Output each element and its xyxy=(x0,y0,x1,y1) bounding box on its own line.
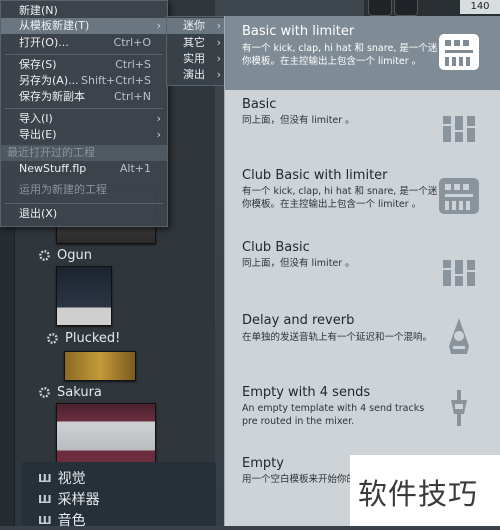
chevron-right-icon: › xyxy=(216,52,221,65)
file-menu: 新建(N) 从模板新建(T) › 打开(O)... Ctrl+O 保存(S) Ctrl… xyxy=(0,0,168,227)
chevron-right-icon: › xyxy=(216,68,221,81)
template-title: Club Basic xyxy=(242,240,310,255)
menu-item-new[interactable]: 新建(N) xyxy=(1,3,167,19)
gear-icon xyxy=(38,386,51,399)
folder-icon: Ш xyxy=(38,513,52,527)
folder-icon: Ш xyxy=(38,471,52,485)
template-category-submenu: 迷你 › 其它 › 实用 › 演出 › xyxy=(166,16,226,86)
plugin-item-sakura[interactable]: Sakura xyxy=(38,385,102,400)
plugin-item-plucked[interactable]: Plucked! xyxy=(46,331,120,346)
menu-item-new-from-template[interactable]: 从模板新建(T) › xyxy=(1,18,167,34)
template-description: 同上面，但没有 limiter 。 xyxy=(242,115,355,126)
template-item-empty-with-4-sends[interactable]: Empty with 4 sends An empty template wit… xyxy=(225,376,500,446)
template-description: An empty template with 4 send tracks pre… xyxy=(242,403,425,427)
menu-divider xyxy=(5,108,163,109)
menu-item-apply-new-project: 运用为新建的工程 xyxy=(19,183,107,196)
category-sampler[interactable]: Ш 采样器 xyxy=(38,489,100,509)
mixer-limiter-icon xyxy=(437,176,481,216)
tempo-counter[interactable]: 140 xyxy=(460,0,500,14)
template-description: 有一个 kick, clap, hi hat 和 snare, 是一个迷你模板。… xyxy=(242,43,438,67)
gear-icon xyxy=(46,332,59,345)
plugin-label: Sakura xyxy=(57,385,102,400)
menu-header-recent: 最近打开过的工程 xyxy=(1,145,167,161)
template-item-club-basic-with-limiter[interactable]: Club Basic with limiter 有一个 kick, clap, … xyxy=(225,160,500,234)
chevron-right-icon: › xyxy=(156,128,161,141)
template-title: Club Basic with limiter xyxy=(242,168,388,183)
menu-item-import[interactable]: 导入(I) › xyxy=(1,111,167,127)
chevron-right-icon: › xyxy=(216,36,221,49)
menu-item-exit[interactable]: 退出(X) xyxy=(1,206,167,222)
template-title: Empty with 4 sends xyxy=(242,385,371,400)
reverb-icon xyxy=(437,316,481,356)
menu-item-recent-file[interactable]: NewStuff.flp Alt+1 xyxy=(1,161,167,177)
template-item-basic-with-limiter[interactable]: Basic with limiter 有一个 kick, clap, hi ha… xyxy=(225,16,500,90)
plugin-label: Ogun xyxy=(57,248,92,263)
template-item-basic[interactable]: Basic 同上面，但没有 limiter 。 xyxy=(225,90,500,160)
menu-item-save-as[interactable]: 另存为(A)... Shift+Ctrl+S xyxy=(1,73,167,89)
submenu-item-utility[interactable]: 实用 › xyxy=(167,51,225,67)
chevron-right-icon: › xyxy=(156,19,161,32)
plucked-thumbnail[interactable] xyxy=(64,351,136,381)
plugin-item-ogun[interactable]: Ogun xyxy=(38,248,92,263)
menu-divider xyxy=(5,203,163,204)
submenu-item-performance[interactable]: 演出 › xyxy=(167,67,225,83)
menu-item-save-new-copy[interactable]: 保存为新副本 Ctrl+N xyxy=(1,89,167,105)
gear-icon xyxy=(38,249,51,262)
mixer-icon xyxy=(437,250,481,290)
category-sounds[interactable]: Ш 音色 xyxy=(38,510,86,530)
template-title: Empty xyxy=(242,456,284,471)
send-icon xyxy=(437,388,481,428)
template-title: Delay and reverb xyxy=(242,313,355,328)
chevron-right-icon: › xyxy=(156,112,161,125)
menu-item-export[interactable]: 导出(E) › xyxy=(1,127,167,143)
transport-button[interactable] xyxy=(368,0,392,16)
plugin-label: Plucked! xyxy=(65,331,121,346)
template-item-club-basic[interactable]: Club Basic 同上面，但没有 limiter 。 xyxy=(225,234,500,304)
submenu-item-other[interactable]: 其它 › xyxy=(167,35,225,51)
mixer-limiter-icon xyxy=(437,32,481,72)
menu-item-open[interactable]: 打开(O)... Ctrl+O xyxy=(1,35,167,51)
template-description: 同上面，但没有 limiter 。 xyxy=(242,258,355,269)
chevron-right-icon: › xyxy=(216,19,221,32)
transport-button[interactable] xyxy=(394,0,418,16)
mixer-icon xyxy=(437,106,481,146)
folder-icon: Ш xyxy=(38,492,52,506)
watermark: 软件技巧 xyxy=(350,455,500,526)
template-list-panel: Basic with limiter 有一个 kick, clap, hi ha… xyxy=(224,16,500,526)
category-visual[interactable]: Ш 视觉 xyxy=(38,468,86,488)
ogun-thumbnail[interactable] xyxy=(56,266,112,326)
menu-item-save[interactable]: 保存(S) Ctrl+S xyxy=(1,57,167,73)
template-item-delay-and-reverb[interactable]: Delay and reverb 在单独的发送音轨上有一个延迟和一个混响。 xyxy=(225,304,500,376)
sakura-thumbnail[interactable] xyxy=(56,403,156,463)
submenu-item-mini[interactable]: 迷你 › xyxy=(167,18,225,34)
template-description: 在单独的发送音轨上有一个延迟和一个混响。 xyxy=(242,332,433,343)
template-title: Basic xyxy=(242,97,277,112)
template-description: 有一个 kick, clap, hi hat 和 snare, 是一个迷你模板。… xyxy=(242,186,438,210)
menu-divider xyxy=(5,54,163,55)
template-title: Basic with limiter xyxy=(242,24,355,39)
